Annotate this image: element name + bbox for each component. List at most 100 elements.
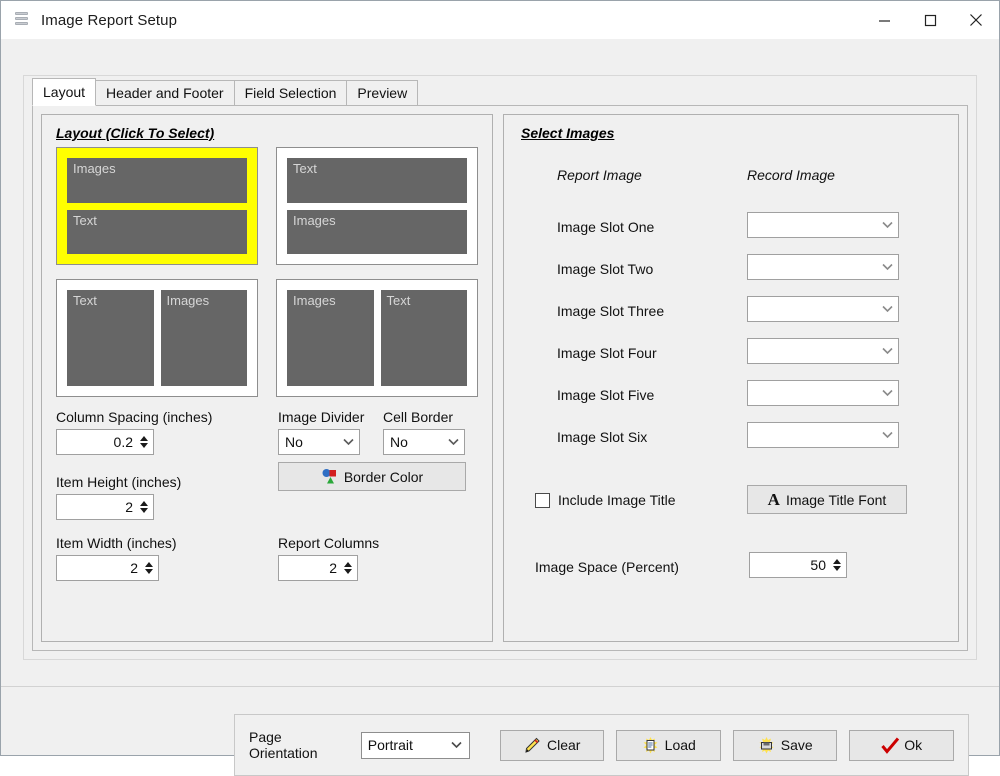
chevron-down-icon [876,221,898,229]
layout-tile-text-over-images[interactable]: Text Images [276,147,478,265]
cell-border-value: No [390,434,408,450]
image-slot-five-select[interactable] [747,380,899,406]
border-color-button[interactable]: Border Color [278,462,466,491]
include-image-title-checkbox-row[interactable]: Include Image Title [535,492,676,508]
font-letter-a-icon: A [767,489,780,509]
image-slot-four-label: Image Slot Four [557,345,657,361]
tile-cell-label: Text [67,209,247,254]
tab-strip: Layout Header and Footer Field Selection… [32,78,968,106]
layout-panel: Layout (Click To Select) Images Text Tex… [41,114,493,642]
image-slot-two-select[interactable] [747,254,899,280]
column-spacing-stepper[interactable]: 0.2 [56,429,154,455]
minimize-icon[interactable] [861,1,907,39]
chevron-down-icon [876,305,898,313]
stacked-disks-icon [13,11,31,29]
layout-tile-grid: Images Text Text Images Text Images Imag… [56,147,478,397]
image-slot-one-select[interactable] [747,212,899,238]
image-divider-value: No [285,434,303,450]
chevron-down-icon [876,431,898,439]
item-width-label: Item Width (inches) [56,535,177,551]
page-orientation-value: Portrait [367,737,413,753]
bottom-separator [1,686,999,687]
tab-preview[interactable]: Preview [346,80,419,105]
tab-page-layout: Layout (Click To Select) Images Text Tex… [32,105,968,651]
image-slot-six-label: Image Slot Six [557,429,648,445]
item-width-value: 2 [130,560,138,576]
image-slot-three-select[interactable] [747,296,899,322]
chevron-down-icon [337,438,359,446]
clear-button-label: Clear [547,737,581,753]
save-button-label: Save [780,737,813,753]
stepper-arrows-icon[interactable] [342,556,357,580]
image-report-setup-window: Image Report Setup Layout Header and Foo… [0,0,1000,776]
tile-cell-label: Text [287,158,467,203]
tab-preview-label: Preview [357,85,408,101]
layout-tile-text-left-images-right[interactable]: Text Images [56,279,258,397]
image-space-label: Image Space (Percent) [535,559,679,575]
tile-cell-label: Images [67,158,247,203]
image-title-font-button[interactable]: A Image Title Font [747,485,907,514]
maximize-icon[interactable] [907,1,953,39]
page-orientation-select[interactable]: Portrait [360,731,470,759]
cell-border-select[interactable]: No [383,429,465,455]
tab-header-and-footer-label: Header and Footer [106,85,224,101]
load-button-label: Load [664,737,696,753]
image-slot-five-label: Image Slot Five [557,387,655,403]
tab-header-and-footer[interactable]: Header and Footer [95,80,235,105]
checkmark-icon [881,737,900,754]
stepper-arrows-icon[interactable] [138,430,153,454]
item-width-stepper[interactable]: 2 [56,555,159,581]
tab-host: Layout Header and Footer Field Selection… [23,75,977,660]
close-icon[interactable] [953,1,999,39]
include-image-title-checkbox[interactable] [535,492,550,508]
image-slot-three-label: Image Slot Three [557,303,665,319]
image-space-stepper[interactable]: 50 [749,552,847,578]
chevron-down-icon [442,438,464,446]
select-images-panel: Select Images Report Image Record Image … [503,114,959,642]
report-columns-stepper[interactable]: 2 [278,555,358,581]
include-image-title-label: Include Image Title [558,492,676,508]
image-divider-label: Image Divider [278,409,365,425]
chevron-down-icon [445,741,469,749]
image-divider-select[interactable]: No [278,429,360,455]
item-height-value: 2 [125,499,133,515]
stepper-arrows-icon[interactable] [138,495,153,519]
window-controls [861,1,999,39]
tile-cell-label: Text [67,290,154,386]
color-palette-icon [321,468,338,485]
document-load-icon [642,736,659,754]
chevron-down-icon [876,347,898,355]
page-orientation-label: Page Orientation [249,729,318,761]
select-images-panel-title: Select Images [521,125,615,141]
cell-border-label: Cell Border [383,409,454,425]
tile-cell-label: Images [287,209,467,254]
eraser-pencil-icon [524,737,541,754]
image-title-font-button-label: Image Title Font [785,491,887,508]
window-client-area: Layout Header and Footer Field Selection… [1,39,999,776]
ok-button-label: Ok [904,737,923,753]
stepper-arrows-icon[interactable] [831,553,846,577]
column-spacing-value: 0.2 [113,434,133,450]
tile-cell-label: Images [160,290,247,386]
window-title: Image Report Setup [41,11,178,29]
stepper-arrows-icon[interactable] [143,556,158,580]
tab-field-selection-label: Field Selection [244,85,337,101]
save-disk-icon [758,736,775,754]
tile-cell-label: Images [287,290,374,386]
layout-tile-images-over-text[interactable]: Images Text [56,147,258,265]
image-slot-one-label: Image Slot One [557,219,655,235]
layout-tile-images-left-text-right[interactable]: Images Text [276,279,478,397]
image-slot-four-select[interactable] [747,338,899,364]
report-columns-value: 2 [329,560,337,576]
tab-layout[interactable]: Layout [32,78,97,106]
chevron-down-icon [876,263,898,271]
title-bar: Image Report Setup [1,1,999,39]
item-height-label: Item Height (inches) [56,474,182,490]
column-spacing-label: Column Spacing (inches) [56,409,213,425]
record-image-column-header: Record Image [747,167,835,183]
image-slot-six-select[interactable] [747,422,899,448]
item-height-stepper[interactable]: 2 [56,494,154,520]
tab-field-selection[interactable]: Field Selection [233,80,348,105]
border-color-button-label: Border Color [343,468,424,485]
image-slot-two-label: Image Slot Two [557,261,654,277]
